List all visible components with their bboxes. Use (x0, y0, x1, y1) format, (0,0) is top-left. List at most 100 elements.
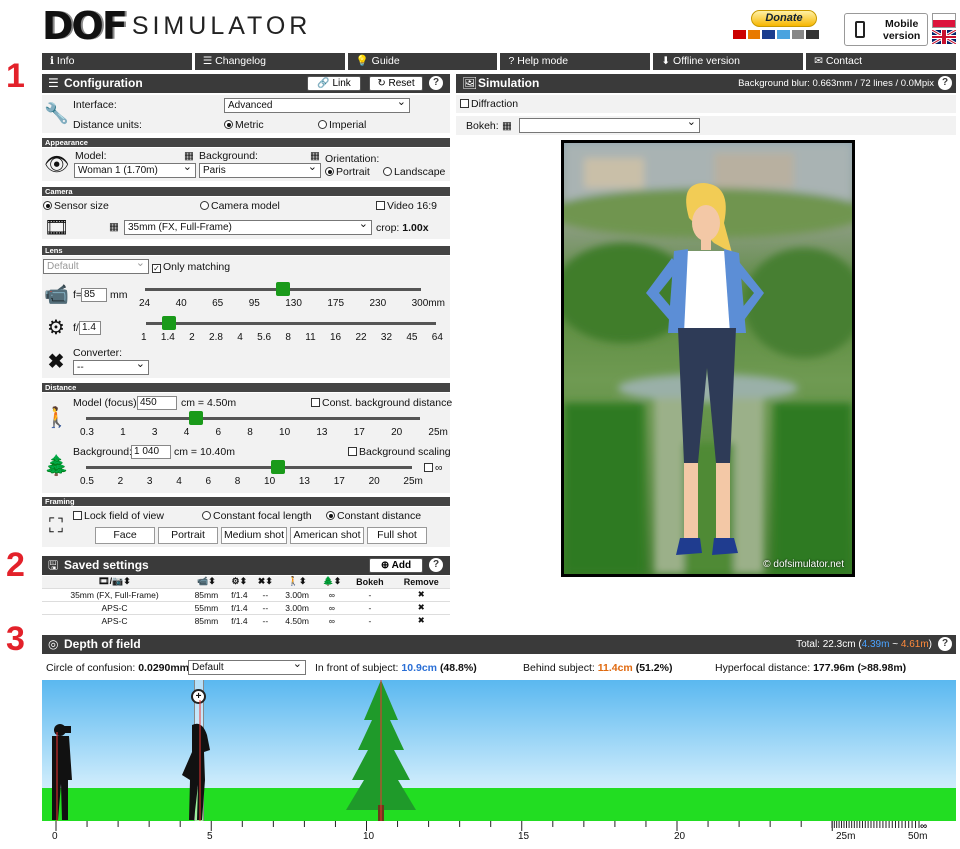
remove-icon[interactable]: ✖ (392, 613, 450, 627)
saved-cell: 3.00m (277, 600, 317, 614)
tick-label: 230 (369, 298, 387, 309)
nav-guide[interactable]: 💡 Guide (347, 53, 498, 70)
background-select[interactable]: Paris (199, 163, 321, 178)
saved-row[interactable]: APS-C 55mm f/1.4 -- 3.00m ∞ - ✖ (42, 600, 450, 614)
help-icon[interactable]: ? (429, 76, 443, 90)
focal-col-icon[interactable]: 📹⬍ (187, 576, 226, 588)
camera-model-radio[interactable]: Camera model (200, 200, 280, 212)
aperture-input[interactable]: 1.4 (79, 321, 101, 335)
background-distance-input[interactable]: 1 040 (131, 445, 171, 459)
background-slider-track[interactable] (86, 466, 412, 469)
wrench-icon: 🔧 (44, 103, 69, 125)
bokeh-select[interactable] (519, 118, 700, 133)
framing-medium-shot-button[interactable]: Medium shot (221, 527, 287, 544)
nav-contact[interactable]: ✉ Contact (806, 53, 956, 70)
tick-label: 3 (151, 427, 158, 438)
constant-distance-radio[interactable]: Constant distance (326, 510, 421, 522)
tick-label: 300mm (411, 298, 445, 309)
lock-fov-checkbox[interactable]: Lock field of view (73, 510, 164, 522)
nav-info[interactable]: ℹ Info (42, 53, 192, 70)
interface-select[interactable]: Advanced (224, 98, 410, 113)
help-icon[interactable]: ? (938, 637, 952, 651)
english-flag-icon[interactable] (932, 30, 956, 44)
grid-icon[interactable]: ▦ (310, 150, 320, 162)
video-checkbox[interactable]: Video 16:9 (376, 200, 437, 212)
nav-offline-version[interactable]: ⬇ Offline version (653, 53, 804, 70)
remove-icon[interactable]: ✖ (392, 600, 450, 614)
background-slider-thumb[interactable] (271, 460, 286, 474)
metric-radio[interactable]: Metric (224, 119, 264, 131)
infinity-checkbox[interactable]: ∞ (424, 462, 443, 474)
tick-label: 1 (120, 427, 126, 438)
grid-icon[interactable]: ▦ (109, 221, 119, 233)
nav-changelog[interactable]: ☰ Changelog (194, 53, 345, 70)
model-focus-input[interactable]: 450 (137, 396, 177, 410)
coc-select[interactable]: Default (188, 660, 306, 675)
saved-cell: 3.00m (277, 587, 317, 601)
background-scaling-checkbox[interactable]: Background scaling (348, 446, 451, 458)
background-col-icon[interactable]: 🌲⬍ (316, 576, 348, 588)
model-slider-thumb[interactable] (189, 411, 204, 425)
imperial-radio[interactable]: Imperial (318, 119, 366, 131)
donate-button[interactable]: Donate (751, 10, 817, 27)
tick-label: 40 (175, 298, 187, 309)
only-matching-checkbox[interactable]: ✓ Only matching (152, 261, 230, 273)
aperture-slider-track[interactable] (146, 322, 436, 325)
lens-select[interactable]: Default (43, 259, 149, 274)
saved-cell: 4.50m (277, 613, 317, 627)
link-button[interactable]: 🔗 Link (307, 76, 361, 91)
ruler-label: 20 (674, 831, 686, 842)
ruler-label: 25m (836, 831, 856, 842)
tick-label: 65 (212, 298, 224, 309)
nav-help-mode[interactable]: ? Help mode (500, 53, 651, 70)
tick-label: 2 (189, 332, 195, 343)
sensor-size-radio[interactable]: Sensor size (43, 200, 109, 212)
portrait-radio[interactable]: Portrait (325, 166, 370, 178)
remove-icon[interactable]: ✖ (392, 587, 450, 601)
background-ticks: 0.5 2 3 4 6 8 10 13 17 20 25m (80, 476, 423, 487)
saved-cell: f/1.4 (225, 600, 253, 614)
saved-cell: 35mm (FX, Full-Frame) (42, 587, 187, 601)
sensor-select[interactable]: 35mm (FX, Full-Frame) (124, 220, 372, 235)
model-select[interactable]: Woman 1 (1.70m) (74, 163, 196, 178)
donate-area[interactable]: Donate (733, 10, 820, 46)
model-slider-track[interactable] (86, 417, 420, 420)
mobile-version-button[interactable]: Mobile version (844, 13, 928, 46)
reset-button[interactable]: ↻ Reset (369, 76, 423, 91)
sensor-camera-col-icon[interactable]: 🎞/📷⬍ (42, 576, 187, 588)
tick-label: 2.8 (209, 332, 223, 343)
converter-col-icon[interactable]: ✖⬍ (252, 576, 278, 588)
tree-icon: 🌲 (44, 455, 69, 477)
tick-label: 6 (205, 476, 212, 487)
landscape-radio[interactable]: Landscape (383, 166, 445, 178)
framing-american-shot-button[interactable]: American shot (290, 527, 364, 544)
constant-focal-radio[interactable]: Constant focal length (202, 510, 312, 522)
polish-flag-icon[interactable] (932, 13, 956, 28)
site-logo[interactable]: DOF SIMULATOR (42, 4, 311, 48)
focal-slider-thumb[interactable] (276, 282, 290, 296)
focal-length-input[interactable]: 85 (81, 288, 107, 302)
help-icon[interactable]: ? (938, 76, 952, 90)
saved-row[interactable]: 35mm (FX, Full-Frame) 85mm f/1.4 -- 3.00m ∞ - ✖ (42, 587, 450, 601)
framing-full-shot-button[interactable]: Full shot (367, 527, 427, 544)
save-icon: 🖫 (48, 558, 59, 572)
help-icon[interactable]: ? (429, 558, 443, 572)
tick-label: 4 (237, 332, 243, 343)
dof-info-bar: Circle of confusion: 0.0290mm Default In… (42, 659, 956, 677)
tick-label: 13 (298, 476, 310, 487)
add-button[interactable]: ⊕ Add (369, 558, 423, 573)
aperture-slider-thumb[interactable] (162, 316, 177, 330)
grid-icon[interactable]: ▦ (502, 120, 512, 132)
aperture-col-icon[interactable]: ⚙⬍ (225, 576, 253, 588)
payment-cards-icon (733, 30, 820, 39)
framing-portrait-button[interactable]: Portrait (158, 527, 218, 544)
const-background-checkbox[interactable]: Const. background distance (311, 397, 452, 409)
converter-select[interactable]: -- (73, 360, 149, 375)
saved-cell: ∞ (316, 600, 348, 614)
saved-row[interactable]: APS-C 85mm f/1.4 -- 4.50m ∞ - ✖ (42, 613, 450, 627)
model-col-icon[interactable]: 🚶⬍ (277, 576, 317, 588)
woman-model-figure (646, 183, 764, 555)
grid-icon[interactable]: ▦ (184, 150, 194, 162)
diffraction-checkbox[interactable]: Diffraction (460, 98, 518, 110)
framing-face-button[interactable]: Face (95, 527, 155, 544)
